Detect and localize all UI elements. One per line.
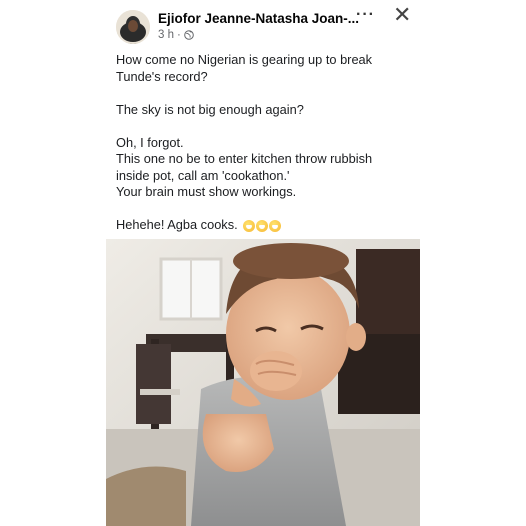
- toddler-photo-illustration: [106, 239, 420, 526]
- facebook-post: Ejiofor Jeanne-Natasha Joan-... 3 h · ··…: [106, 0, 420, 526]
- post-header: Ejiofor Jeanne-Natasha Joan-... 3 h · ··…: [106, 0, 420, 48]
- post-photo[interactable]: [106, 239, 420, 526]
- post-text: How come no Nigerian is gearing up to br…: [116, 52, 416, 234]
- text-line: How come no Nigerian is gearing up to br…: [116, 52, 373, 67]
- text-line-last: Hehehe! Agba cooks.: [116, 217, 416, 234]
- grin-emoji-icon: [256, 219, 269, 232]
- text-line: inside pot, call am 'cookathon.': [116, 167, 290, 183]
- text-line: The sky is not big enough again?: [116, 101, 304, 117]
- author-avatar[interactable]: [116, 10, 150, 44]
- meta-separator: ·: [177, 29, 181, 41]
- text-line: Tunde's record?: [116, 68, 208, 84]
- post-time[interactable]: 3 h: [158, 29, 174, 41]
- text-line: Your brain must show workings.: [116, 184, 297, 199]
- globe-icon: [184, 30, 194, 40]
- emoji-group: [243, 219, 282, 232]
- closing-text: Hehehe! Agba cooks.: [116, 217, 238, 232]
- text-line: This one no be to enter kitchen throw ru…: [116, 151, 373, 166]
- post-meta: 3 h ·: [158, 29, 194, 41]
- text-line: Oh, I forgot.: [116, 134, 184, 150]
- author-name[interactable]: Ejiofor Jeanne-Natasha Joan-...: [158, 11, 359, 26]
- more-options-icon[interactable]: ···: [356, 6, 375, 24]
- close-icon[interactable]: ✕: [393, 2, 411, 28]
- grin-emoji-icon: [243, 219, 256, 232]
- grin-emoji-icon: [269, 219, 282, 232]
